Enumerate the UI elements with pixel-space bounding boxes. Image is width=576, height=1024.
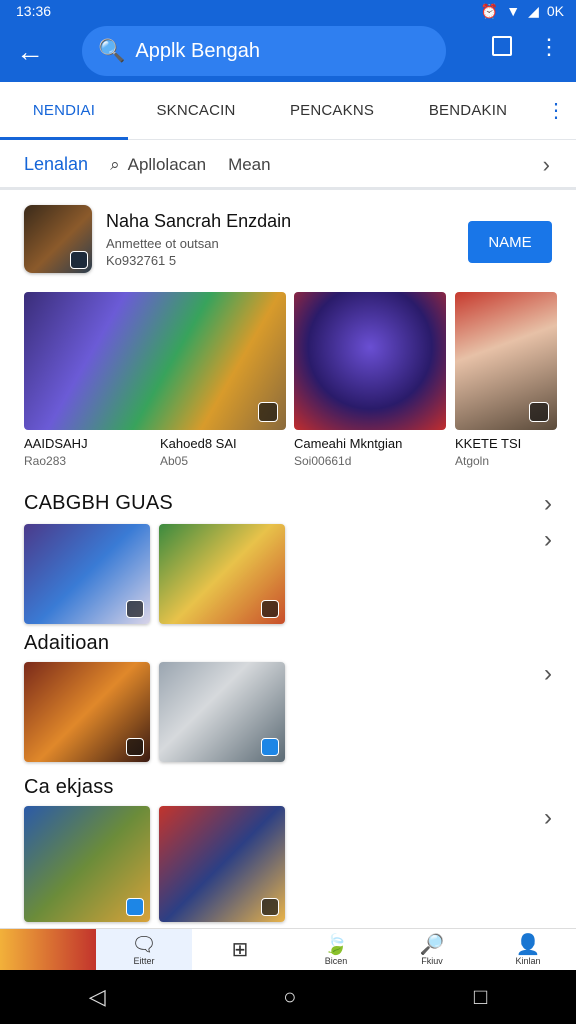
card-title: Cameahi Mkntgian <box>294 436 403 451</box>
game-tile[interactable] <box>24 662 150 762</box>
featured-title: Naha Sancrah Enzdain <box>106 211 292 231</box>
more-vert-icon[interactable]: ⋮ <box>538 36 560 58</box>
nav-item-chat[interactable]: 🗨 Eitter <box>96 929 192 970</box>
carousel-art <box>455 292 557 430</box>
subbar-lead[interactable]: Lenalan <box>24 154 88 175</box>
nav-item-home[interactable] <box>0 929 96 970</box>
system-nav-bar: ◁ ○ □ <box>0 970 576 1024</box>
card-sub: Atgoln <box>455 454 490 468</box>
signal-icon: ◢ <box>528 2 539 19</box>
subbar-more[interactable]: Mean <box>228 155 271 175</box>
nav-item-search[interactable]: 🔎 Fkiuv <box>384 929 480 970</box>
badge-icon <box>126 738 144 756</box>
top-app-bar: ← 🔍 ⋮ <box>0 22 576 82</box>
search-icon: 🔎 <box>419 933 445 956</box>
search-icon: 🔍 <box>98 38 126 63</box>
subbar-search-label: Apllolacan <box>127 154 207 174</box>
grid-icon: ⊞ <box>231 938 249 961</box>
badge-icon <box>261 898 279 916</box>
badge-icon <box>529 402 549 422</box>
featured-count: Ko932761 5 <box>106 253 177 268</box>
leaf-icon: 🍃 <box>323 933 349 956</box>
back-arrow-icon[interactable]: ← <box>0 22 60 82</box>
chevron-right-icon[interactable]: › <box>543 152 550 178</box>
badge-icon <box>258 402 278 422</box>
badge-icon <box>261 738 279 756</box>
tab-bar: NENDIAI SKNCACIN PENCAKNS BENDAKIN ⋮ <box>0 82 576 140</box>
game-tile[interactable] <box>159 662 285 762</box>
featured-action-button[interactable]: NAME <box>468 221 552 263</box>
tabs-more-icon[interactable]: ⋮ <box>536 98 576 123</box>
card-title: Kahoed8 SAI <box>160 436 237 451</box>
game-tile[interactable] <box>24 806 150 922</box>
battery-text: 0K <box>546 3 564 19</box>
badge-icon <box>126 898 144 916</box>
chevron-right-icon[interactable]: › <box>544 490 552 518</box>
profile-icon: 👤 <box>515 933 541 956</box>
section-title: Adaitioan <box>24 632 110 654</box>
chevron-right-icon[interactable]: › <box>544 526 552 554</box>
card-sub: Soi00661d <box>294 454 352 468</box>
status-bar: 13:36 ⏰ ▼ ◢ 0K <box>0 0 576 22</box>
game-tile[interactable] <box>24 524 150 624</box>
chevron-right-icon[interactable]: › <box>544 660 552 688</box>
search-input[interactable] <box>135 39 396 63</box>
search-bar[interactable]: 🔍 <box>82 26 446 76</box>
game-tile[interactable] <box>159 524 285 624</box>
home-circle-icon[interactable]: ○ <box>283 984 296 1010</box>
search-small-icon: ⌕ <box>110 154 120 174</box>
back-triangle-icon[interactable]: ◁ <box>89 984 106 1010</box>
badge-icon <box>261 600 279 618</box>
tab-0[interactable]: NENDIAI <box>0 82 128 140</box>
alarm-icon: ⏰ <box>480 2 499 19</box>
carousel-art <box>294 292 446 430</box>
section-title: CABGBH GUAS <box>24 492 173 514</box>
nav-item-profile[interactable]: 👤 Kinlan <box>480 929 576 970</box>
tab-2[interactable]: PENCAKNS <box>264 82 400 140</box>
status-time: 13:36 <box>16 3 52 19</box>
card-title: KKETE TSI <box>455 436 522 451</box>
featured-app-icon <box>24 205 92 273</box>
badge-icon <box>126 600 144 618</box>
bottom-navigation: 🗨 Eitter ⊞ 🍃 Bicen 🔎 Fkiuv 👤 Kinlan <box>0 928 576 970</box>
tab-1[interactable]: SKNCACIN <box>128 82 264 140</box>
featured-subtitle: Anmettee ot outsan <box>106 236 219 251</box>
tab-3[interactable]: BENDAKIN <box>400 82 536 140</box>
carousel-card[interactable]: Cameahi Mkntgian Soi00661d <box>294 292 446 468</box>
chat-icon: 🗨 <box>131 933 157 956</box>
platform-badge-icon <box>70 251 88 269</box>
featured-app[interactable]: Naha Sancrah Enzdain Anmettee ot outsan … <box>24 205 552 275</box>
subbar-search[interactable]: ⌕ Apllolacan <box>110 155 206 175</box>
featured-carousel: AAIDSAHJ Rao283 Kahoed8 SAI Ab05 Cameahi… <box>24 292 564 472</box>
window-icon[interactable] <box>492 36 512 56</box>
section-title: Ca ekjass <box>24 776 114 798</box>
sub-navigation: Lenalan ⌕ Apllolacan Mean › <box>0 142 576 190</box>
wifi-icon: ▼ <box>506 3 521 19</box>
carousel-card[interactable]: KKETE TSI Atgoln <box>455 292 557 468</box>
nav-item-grid[interactable]: ⊞ <box>192 929 288 970</box>
recents-square-icon[interactable]: □ <box>474 984 487 1010</box>
game-tile[interactable] <box>159 806 285 922</box>
carousel-art <box>24 292 286 430</box>
card-sub: Ab05 <box>160 454 189 468</box>
nav-item-leaf[interactable]: 🍃 Bicen <box>288 929 384 970</box>
chevron-right-icon[interactable]: › <box>544 804 552 832</box>
